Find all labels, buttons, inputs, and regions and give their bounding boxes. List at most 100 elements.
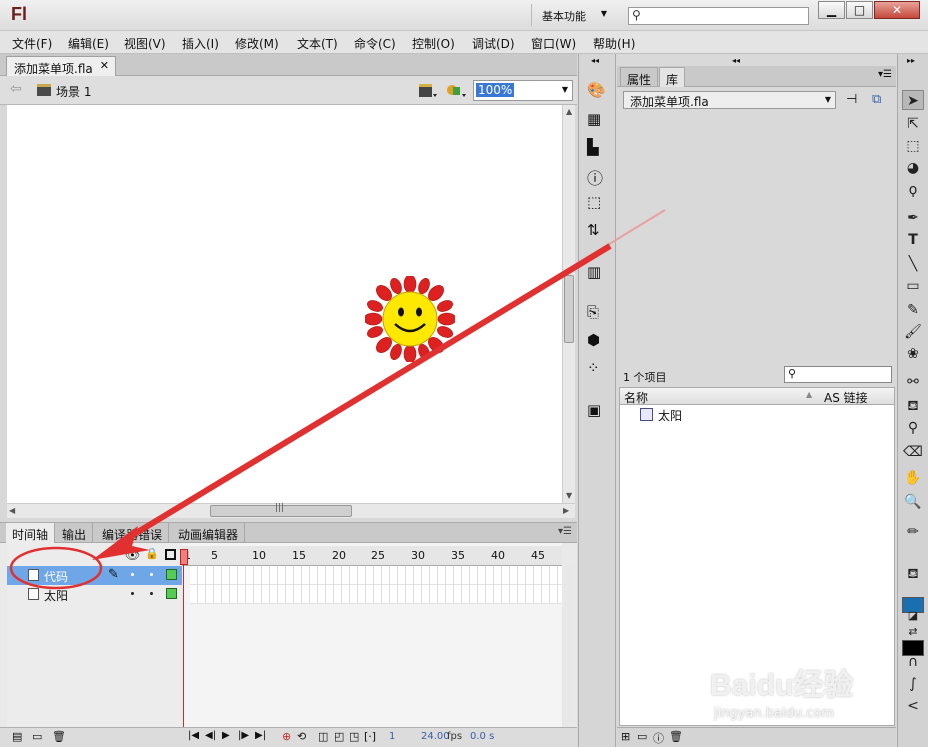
edit-symbols-icon[interactable] bbox=[418, 82, 438, 99]
transform-icon[interactable]: ⬚ bbox=[587, 193, 607, 211]
frame-row-sun[interactable] bbox=[190, 585, 562, 604]
rectangle-tool-icon[interactable]: ▭ bbox=[902, 276, 924, 296]
frame-row-code[interactable] bbox=[190, 566, 562, 585]
delete-icon[interactable]: 🗑 bbox=[669, 730, 683, 743]
library-search-input[interactable]: ⚲ bbox=[784, 366, 892, 383]
fill-color-icon[interactable]: ⛾ bbox=[902, 564, 924, 584]
menu-file[interactable]: 文件(F) bbox=[12, 35, 52, 52]
workspace-switcher[interactable]: 基本功能 ▼ bbox=[531, 4, 617, 26]
new-library-panel-icon[interactable]: ⧉ bbox=[872, 92, 881, 107]
tab-library[interactable]: 库 bbox=[659, 67, 686, 87]
eye-icon[interactable]: 👁 bbox=[125, 548, 140, 562]
collapse-arrows-icon[interactable]: ◂◂ bbox=[591, 56, 599, 65]
lock-dot[interactable] bbox=[150, 573, 153, 576]
swap-colors-icon[interactable]: ⇄ bbox=[902, 622, 924, 642]
tab-properties[interactable]: 属性 bbox=[620, 67, 659, 87]
visibility-dot[interactable] bbox=[131, 573, 134, 576]
code-snippets-icon[interactable]: ⇅ bbox=[587, 221, 607, 239]
line-tool-icon[interactable]: ╲ bbox=[902, 254, 924, 274]
zoom-dropdown[interactable]: 100% ▼ bbox=[473, 80, 573, 101]
pen-tool-icon[interactable]: ✒ bbox=[902, 208, 924, 228]
menu-window[interactable]: 窗口(W) bbox=[531, 35, 576, 52]
help-search-input[interactable]: ⚲ bbox=[628, 7, 809, 25]
pin-library-icon[interactable]: ⊣ bbox=[846, 92, 857, 107]
motion-presets-icon[interactable]: ⁘ bbox=[587, 359, 607, 377]
panel-menu-icon[interactable]: ▾☰ bbox=[558, 526, 572, 537]
modify-markers-icon[interactable]: [·] bbox=[364, 730, 376, 743]
new-symbol-icon[interactable]: ⊞ bbox=[621, 730, 630, 743]
text-tool-icon[interactable]: T bbox=[902, 230, 924, 250]
stage-horizontal-scrollbar[interactable]: ◀ ||| ▶ bbox=[7, 503, 575, 518]
lock-dot[interactable] bbox=[150, 592, 153, 595]
menu-debug[interactable]: 调试(D) bbox=[472, 35, 515, 52]
new-layer-icon[interactable]: ▤ bbox=[12, 730, 22, 743]
center-frame-icon[interactable]: ⊕ bbox=[282, 730, 291, 743]
pencil-tool-icon[interactable]: ✎ bbox=[902, 300, 924, 320]
first-frame-icon[interactable]: |◀ bbox=[188, 730, 199, 741]
scroll-down-icon[interactable]: ▼ bbox=[566, 491, 572, 500]
close-icon[interactable]: ✕ bbox=[100, 59, 109, 72]
lasso-tool-icon[interactable]: ϙ bbox=[902, 180, 924, 200]
minimize-button[interactable]: ▁ bbox=[818, 1, 845, 19]
scroll-up-icon[interactable]: ▲ bbox=[566, 107, 572, 116]
prev-frame-icon[interactable]: ◀| bbox=[205, 730, 216, 741]
frame-ruler[interactable]: 1 5 10 15 20 25 30 35 40 45 bbox=[182, 546, 562, 566]
menu-help[interactable]: 帮助(H) bbox=[593, 35, 635, 52]
new-folder-icon[interactable]: ▭ bbox=[32, 730, 42, 743]
tab-timeline[interactable]: 时间轴 bbox=[6, 523, 56, 543]
menu-text[interactable]: 文本(T) bbox=[297, 35, 338, 52]
menu-commands[interactable]: 命令(C) bbox=[354, 35, 396, 52]
menu-control[interactable]: 控制(O) bbox=[412, 35, 455, 52]
hand-tool-icon[interactable]: ✋ bbox=[902, 468, 924, 488]
delete-layer-icon[interactable]: 🗑 bbox=[52, 730, 66, 743]
close-button[interactable]: ✕ bbox=[874, 1, 920, 19]
edit-scene-icon[interactable] bbox=[445, 82, 467, 99]
sort-arrow-icon[interactable]: ▲ bbox=[806, 390, 812, 399]
subselection-tool-icon[interactable]: ⇱ bbox=[902, 114, 924, 134]
scroll-right-icon[interactable]: ▶ bbox=[563, 506, 569, 515]
layer-row-sun[interactable]: 太阳 bbox=[7, 585, 182, 604]
scroll-thumb[interactable] bbox=[564, 275, 574, 343]
new-folder-icon[interactable]: ▭ bbox=[637, 730, 647, 743]
timeline-vertical-scrollbar[interactable] bbox=[562, 566, 575, 727]
scene-panel-icon[interactable]: ▣ bbox=[587, 401, 607, 419]
actions-icon[interactable]: ⎘ bbox=[587, 303, 607, 321]
sun-symbol-instance[interactable] bbox=[365, 276, 455, 362]
paint-bucket-tool-icon[interactable]: ⛾ bbox=[902, 396, 924, 416]
collapse-arrows-icon[interactable]: ◂◂ bbox=[732, 56, 740, 65]
bone-tool-icon[interactable]: ⚯ bbox=[902, 372, 924, 392]
eyedropper-tool-icon[interactable]: ⚲ bbox=[902, 418, 924, 438]
lock-icon[interactable]: 🔒 bbox=[145, 547, 159, 560]
onion-outline-icon[interactable]: ◰ bbox=[334, 730, 344, 743]
column-as-linkage[interactable]: AS 链接 bbox=[824, 389, 868, 406]
tab-output[interactable]: 输出 bbox=[56, 523, 94, 543]
scroll-left-icon[interactable]: ◀ bbox=[9, 506, 15, 515]
brush-tool-icon[interactable]: 🖌 bbox=[902, 322, 924, 342]
next-frame-icon[interactable]: |▶ bbox=[238, 730, 249, 741]
stroke-color-icon[interactable]: ✏ bbox=[902, 522, 924, 542]
color-palette-icon[interactable]: 🎨 bbox=[587, 81, 607, 99]
panel-menu-icon[interactable]: ▾☰ bbox=[878, 69, 892, 80]
properties-icon[interactable]: ⓘ bbox=[653, 730, 664, 746]
maximize-button[interactable]: □ bbox=[846, 1, 873, 19]
back-arrow-icon[interactable]: ⇦ bbox=[10, 81, 22, 97]
frame-rate[interactable]: 24.00 bbox=[421, 731, 450, 742]
menu-insert[interactable]: 插入(I) bbox=[182, 35, 219, 52]
column-name[interactable]: 名称 bbox=[624, 389, 648, 406]
tab-motion-editor[interactable]: 动画编辑器 bbox=[172, 523, 246, 543]
playhead[interactable] bbox=[180, 549, 188, 565]
stage-vertical-scrollbar[interactable]: ▲ ▼ bbox=[562, 105, 575, 503]
deco-tool-icon[interactable]: ❀ bbox=[902, 344, 924, 364]
loop-icon[interactable]: ⟲ bbox=[297, 730, 306, 743]
outline-color-box[interactable] bbox=[166, 588, 177, 599]
align-icon[interactable]: ▙ bbox=[587, 138, 607, 156]
menu-edit[interactable]: 编辑(E) bbox=[68, 35, 109, 52]
current-frame[interactable]: 1 bbox=[389, 731, 395, 742]
scroll-thumb[interactable]: ||| bbox=[210, 503, 352, 517]
components-icon[interactable]: ▥ bbox=[587, 263, 607, 281]
info-icon[interactable]: ⓘ bbox=[587, 165, 607, 188]
play-icon[interactable]: ▶ bbox=[222, 730, 230, 741]
swatches-icon[interactable]: ▦ bbox=[587, 110, 607, 128]
library-document-select[interactable]: 添加菜单项.fla ▼ bbox=[623, 91, 836, 109]
menu-modify[interactable]: 修改(M) bbox=[235, 35, 279, 52]
